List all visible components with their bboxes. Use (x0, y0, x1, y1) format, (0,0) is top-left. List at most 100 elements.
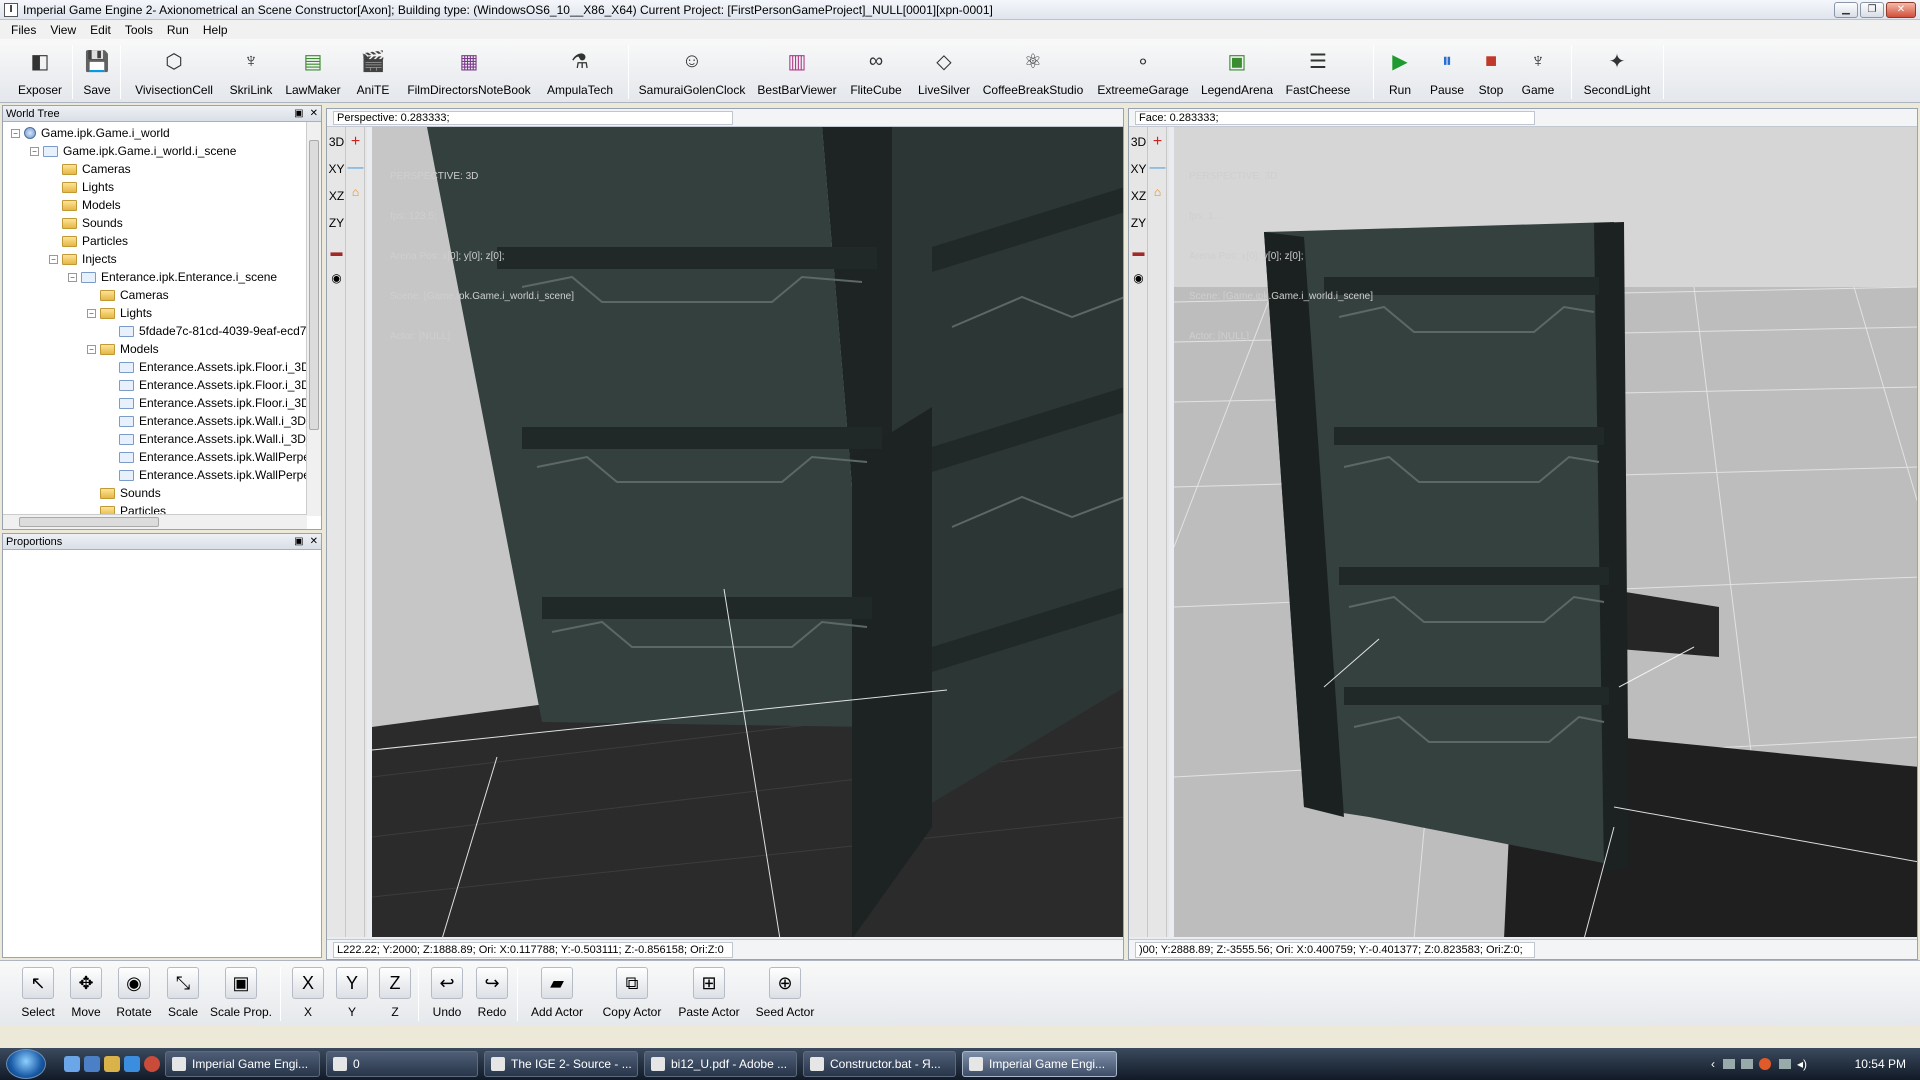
temple-icon[interactable]: ⌂ (1148, 185, 1167, 199)
menu-run[interactable]: Run (160, 23, 196, 37)
menu-view[interactable]: View (43, 23, 83, 37)
view-3d-button[interactable]: 3D (1129, 135, 1148, 149)
toolbar-button-filmdirectorsnotebook[interactable]: ▦ FilmDirectorsNoteBook (407, 43, 530, 101)
toolbar-button-legendarena[interactable]: ▣ LegendArena (1197, 43, 1277, 101)
tree-item[interactable]: Particles (49, 232, 128, 250)
file-explorer-icon[interactable] (104, 1056, 120, 1072)
eye-icon[interactable]: ◉ (1129, 271, 1148, 285)
media-player-icon[interactable] (144, 1056, 160, 1072)
toolbar-button-bestbarviewer[interactable]: ▥ BestBarViewer (757, 43, 837, 101)
face-scene[interactable]: PERSPECTIVE: 3D fps: 1... Arena Pos: x[0… (1174, 127, 1917, 937)
view-zy-button[interactable]: ZY (1129, 216, 1148, 230)
tree-item[interactable]: Cameras (87, 286, 169, 304)
toolbar-button-samuraigolenclock[interactable]: ☺ SamuraiGolenClock (639, 43, 746, 101)
tree-item[interactable]: 5fdade7c-81cd-4039-9eaf-ecd7 (106, 322, 306, 340)
taskbar-item[interactable]: Constructor.bat - Я... (803, 1051, 956, 1077)
scroll-thumb[interactable] (309, 140, 319, 430)
tool-add-actor[interactable]: ▰ Add Actor (517, 967, 597, 1019)
tree-item[interactable]: Enterance.Assets.ipk.Floor.i_3D (106, 394, 307, 412)
minus-icon[interactable]: — (1148, 159, 1167, 177)
tree-item[interactable]: − Lights (87, 304, 152, 322)
plus-icon[interactable]: + (346, 133, 365, 151)
tray-app-icon[interactable] (1723, 1059, 1735, 1069)
menu-files[interactable]: Files (4, 23, 43, 37)
toolbar-button-fastcheese[interactable]: ☰ FastCheese (1278, 43, 1358, 101)
viewport-zoom-field[interactable]: Perspective: 0.283333; (333, 110, 733, 125)
tray-alert-icon[interactable] (1759, 1058, 1771, 1070)
browser-icon[interactable] (124, 1056, 140, 1072)
plus-icon[interactable]: + (1148, 133, 1167, 151)
tree-item[interactable]: Enterance.Assets.ipk.WallPerpe (106, 448, 307, 466)
menu-help[interactable]: Help (196, 23, 235, 37)
toolbar-button-coffeebreakstudio[interactable]: ⚛ CoffeeBreakStudio (983, 43, 1084, 101)
expand-toggle-icon[interactable]: − (49, 254, 58, 264)
close-button[interactable]: ✕ (1886, 2, 1916, 18)
menu-edit[interactable]: Edit (83, 23, 118, 37)
view-3d-button[interactable]: 3D (327, 135, 346, 149)
tree-item[interactable]: − Injects (49, 250, 117, 268)
taskbar-item[interactable]: Imperial Game Engi... (962, 1051, 1117, 1077)
taskbar-item[interactable]: Imperial Game Engi... (165, 1051, 320, 1077)
taskbar-item[interactable]: The IGE 2- Source - ... (484, 1051, 638, 1077)
record-icon[interactable]: ▬ (327, 245, 346, 259)
expand-toggle-icon[interactable]: − (87, 344, 96, 354)
tree-item[interactable]: − Game.ipk.Game.i_world (11, 124, 170, 142)
tree-item[interactable]: − Game.ipk.Game.i_world.i_scene (30, 142, 236, 160)
close-icon[interactable]: ✕ (310, 108, 318, 119)
tree-vertical-scrollbar[interactable] (306, 122, 321, 516)
tree-item[interactable]: Enterance.Assets.ipk.Wall.i_3D_ (106, 412, 307, 430)
menu-tools[interactable]: Tools (118, 23, 160, 37)
tree-item[interactable]: Sounds (49, 214, 123, 232)
tree-item[interactable]: Enterance.Assets.ipk.Floor.i_3D (106, 358, 307, 376)
toolbar-button-game[interactable]: ♆ Game (1498, 43, 1578, 101)
network-icon[interactable] (1779, 1059, 1791, 1069)
view-xy-button[interactable]: XY (327, 162, 346, 176)
eye-icon[interactable]: ◉ (327, 271, 346, 285)
expand-toggle-icon[interactable]: − (68, 272, 77, 282)
view-xy-button[interactable]: XY (1129, 162, 1148, 176)
tree-item[interactable]: Lights (49, 178, 114, 196)
perspective-scene[interactable]: PERSPECTIVE: 3D fps: 123.5; Arena Pos: x… (372, 127, 1123, 937)
close-icon[interactable]: ✕ (310, 536, 318, 547)
camera-coords-field[interactable]: )00; Y:2888.89; Z:-3555.56; Ori: X:0.400… (1135, 941, 1535, 958)
tray-expand-icon[interactable]: ‹ (1711, 1057, 1715, 1071)
tree-item[interactable]: Models (49, 196, 121, 214)
expand-toggle-icon[interactable]: − (30, 146, 39, 156)
show-desktop-icon[interactable] (64, 1056, 80, 1072)
toolbar-button-livesilver[interactable]: ◇ LiveSilver (904, 43, 984, 101)
tree-item[interactable]: − Models (87, 340, 159, 358)
dock-icon[interactable]: ▣ (294, 536, 303, 547)
toolbar-button-vivisectioncell[interactable]: ⬡ VivisectionCell (134, 43, 214, 101)
tree-item[interactable]: Cameras (49, 160, 131, 178)
tool-paste-actor[interactable]: ⊞ Paste Actor (669, 967, 749, 1019)
minimize-button[interactable]: ▁ (1834, 2, 1858, 18)
tool-seed-actor[interactable]: ⊕ Seed Actor (745, 967, 825, 1019)
tree-item[interactable]: Enterance.Assets.ipk.Wall.i_3D_ (106, 430, 307, 448)
minus-icon[interactable]: — (346, 159, 365, 177)
tree-horizontal-scrollbar[interactable] (3, 514, 307, 529)
taskbar-item[interactable]: 0 (326, 1051, 478, 1077)
switch-windows-icon[interactable] (84, 1056, 100, 1072)
taskbar-item[interactable]: bi12_U.pdf - Adobe ... (644, 1051, 797, 1077)
toolbar-button-secondlight[interactable]: ✦ SecondLight (1577, 43, 1657, 101)
tool-copy-actor[interactable]: ⧉ Copy Actor (592, 967, 672, 1019)
temple-icon[interactable]: ⌂ (346, 185, 365, 199)
record-icon[interactable]: ▬ (1129, 245, 1148, 259)
expand-toggle-icon[interactable]: − (11, 128, 20, 138)
volume-icon[interactable]: ◂) (1797, 1057, 1807, 1071)
tree-item[interactable]: Sounds (87, 484, 161, 502)
maximize-button[interactable]: ❐ (1860, 2, 1884, 18)
scroll-thumb[interactable] (19, 517, 159, 527)
view-xz-button[interactable]: XZ (327, 189, 346, 203)
view-zy-button[interactable]: ZY (327, 216, 346, 230)
toolbar-button-extreemegarage[interactable]: ∘ ExtreemeGarage (1097, 43, 1188, 101)
toolbar-button-anite[interactable]: 🎬 AniTE (333, 43, 413, 101)
tree-item[interactable]: − Enterance.ipk.Enterance.i_scene (68, 268, 277, 286)
viewport-zoom-field[interactable]: Face: 0.283333; (1135, 110, 1535, 125)
dock-icon[interactable]: ▣ (294, 108, 303, 119)
toolbar-button-ampulatech[interactable]: ⚗ AmpulaTech (540, 43, 620, 101)
start-button[interactable] (6, 1049, 46, 1079)
toolbar-button-save[interactable]: 💾 Save (57, 43, 137, 101)
expand-toggle-icon[interactable]: − (87, 308, 96, 318)
tree-item[interactable]: Enterance.Assets.ipk.WallPerpe (106, 466, 307, 484)
